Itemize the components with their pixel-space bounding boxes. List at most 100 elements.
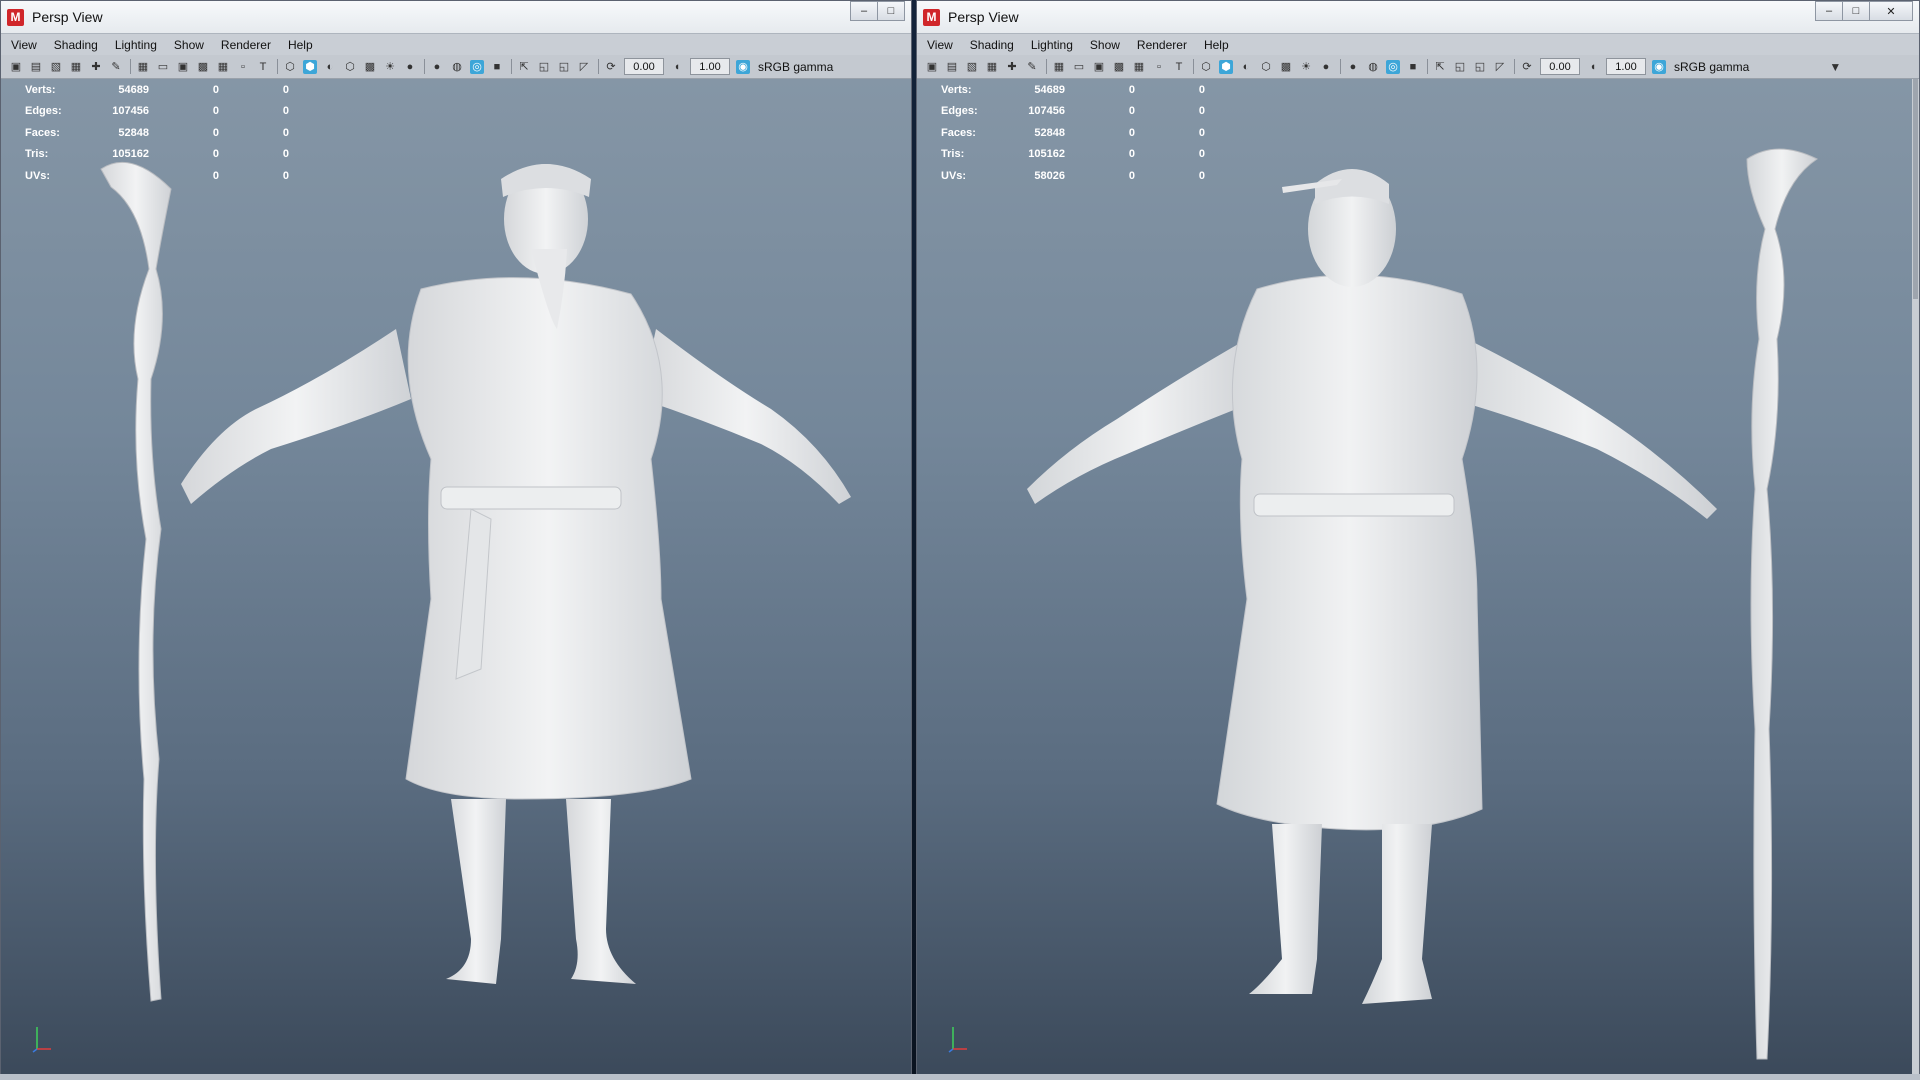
safe-title-icon[interactable]: T: [256, 60, 270, 74]
gate-mask-icon[interactable]: ▩: [1112, 60, 1126, 74]
field-chart-icon[interactable]: ▦: [216, 60, 230, 74]
move-tool-icon[interactable]: ✚: [1005, 60, 1019, 74]
xray-icon[interactable]: ◱: [537, 60, 551, 74]
menu-lighting[interactable]: Lighting: [1031, 38, 1073, 52]
smooth-shade-icon[interactable]: ⬢: [303, 59, 317, 74]
exposure-field[interactable]: 0.00: [624, 58, 664, 75]
isolate-select-icon[interactable]: ⇱: [517, 60, 531, 74]
safe-action-icon[interactable]: ▫: [236, 60, 250, 74]
image-plane-icon[interactable]: ▦: [69, 60, 83, 74]
xray-joints-icon[interactable]: ◱: [557, 60, 571, 74]
menu-shading[interactable]: Shading: [970, 38, 1014, 52]
wireframe-on-shaded-icon[interactable]: ⬡: [343, 60, 357, 74]
right-titlebar[interactable]: M Persp View – □ ✕: [917, 1, 1919, 34]
colorspace-label[interactable]: sRGB gamma: [758, 60, 833, 74]
wireframe-on-shaded-icon[interactable]: ⬡: [1259, 60, 1273, 74]
lights-icon[interactable]: ☀: [383, 60, 397, 74]
shadows-icon[interactable]: ●: [1319, 60, 1333, 74]
gamma-icon[interactable]: ◖: [1586, 60, 1600, 74]
gamma-field[interactable]: 1.00: [690, 58, 730, 75]
isolate-select-icon[interactable]: ⇱: [1433, 60, 1447, 74]
backface-icon[interactable]: ◸: [577, 60, 591, 74]
smooth-shade-icon[interactable]: ⬢: [1219, 59, 1233, 74]
menu-show[interactable]: Show: [174, 38, 204, 52]
color-management-icon[interactable]: ◉: [736, 59, 750, 74]
menu-shading[interactable]: Shading: [54, 38, 98, 52]
close-button[interactable]: ✕: [1869, 1, 1913, 21]
xray-icon[interactable]: ◱: [1453, 60, 1467, 74]
textured-icon[interactable]: ▩: [1279, 60, 1293, 74]
depth-of-field-icon[interactable]: ■: [490, 60, 504, 74]
textured-icon[interactable]: ▩: [363, 60, 377, 74]
menu-help[interactable]: Help: [1204, 38, 1229, 52]
wireframe-icon[interactable]: ⬡: [1199, 60, 1213, 74]
default-material-icon[interactable]: ◐: [1239, 60, 1253, 74]
toolbar-separator: [1514, 59, 1515, 74]
wireframe-icon[interactable]: ⬡: [283, 60, 297, 74]
anti-alias-icon[interactable]: ◎: [1386, 59, 1400, 74]
camera-icon[interactable]: ▣: [9, 60, 23, 74]
menu-view[interactable]: View: [927, 38, 953, 52]
bookmark-icon[interactable]: ▧: [49, 60, 63, 74]
film-gate-icon[interactable]: ▭: [156, 60, 170, 74]
left-viewport-window[interactable]: M Persp View – □ View Shading Lighting S…: [0, 0, 912, 1080]
resolution-gate-icon[interactable]: ▣: [1092, 60, 1106, 74]
gamma-icon[interactable]: ◖: [670, 60, 684, 74]
character-model-front[interactable]: [1, 79, 906, 1080]
ambient-occlusion-icon[interactable]: ●: [430, 60, 444, 74]
minimize-button[interactable]: –: [1815, 1, 1843, 21]
xray-joints-icon[interactable]: ◱: [1473, 60, 1487, 74]
toolbar-separator: [511, 59, 512, 74]
ambient-occlusion-icon[interactable]: ●: [1346, 60, 1360, 74]
left-titlebar[interactable]: M Persp View – □: [1, 1, 911, 34]
menu-show[interactable]: Show: [1090, 38, 1120, 52]
maximize-button[interactable]: □: [1842, 1, 1870, 21]
film-gate-icon[interactable]: ▭: [1072, 60, 1086, 74]
scrollbar-thumb[interactable]: [1913, 79, 1918, 299]
image-plane-icon[interactable]: ▦: [985, 60, 999, 74]
menu-view[interactable]: View: [11, 38, 37, 52]
motion-blur-icon[interactable]: ◍: [450, 60, 464, 74]
safe-title-icon[interactable]: T: [1172, 60, 1186, 74]
camera-icon[interactable]: ▣: [925, 60, 939, 74]
character-model-back[interactable]: [917, 79, 1914, 1080]
shadows-icon[interactable]: ●: [403, 60, 417, 74]
camera-attr-icon[interactable]: ▤: [945, 60, 959, 74]
grid-icon[interactable]: ▦: [1052, 60, 1066, 74]
exposure-icon[interactable]: ⟳: [1520, 60, 1534, 74]
pencil-icon[interactable]: ✎: [109, 60, 123, 74]
right-viewport-window[interactable]: M Persp View – □ ✕ View Shading Lighting…: [916, 0, 1920, 1080]
chevron-down-icon[interactable]: ▼: [1829, 60, 1841, 74]
menu-lighting[interactable]: Lighting: [115, 38, 157, 52]
left-window-controls: – □: [850, 1, 905, 21]
pencil-icon[interactable]: ✎: [1025, 60, 1039, 74]
gate-mask-icon[interactable]: ▩: [196, 60, 210, 74]
backface-icon[interactable]: ◸: [1493, 60, 1507, 74]
anti-alias-icon[interactable]: ◎: [470, 59, 484, 74]
grid-icon[interactable]: ▦: [136, 60, 150, 74]
move-tool-icon[interactable]: ✚: [89, 60, 103, 74]
menu-renderer[interactable]: Renderer: [1137, 38, 1187, 52]
vertical-scrollbar[interactable]: [1912, 79, 1919, 1079]
color-management-icon[interactable]: ◉: [1652, 59, 1666, 74]
exposure-field[interactable]: 0.00: [1540, 58, 1580, 75]
right-viewport[interactable]: Verts: 54689 0 0 Edges: 107456 0 0 Faces: 52848…: [917, 79, 1919, 1079]
camera-attr-icon[interactable]: ▤: [29, 60, 43, 74]
menu-help[interactable]: Help: [288, 38, 313, 52]
minimize-button[interactable]: –: [850, 1, 878, 21]
safe-action-icon[interactable]: ▫: [1152, 60, 1166, 74]
gamma-field[interactable]: 1.00: [1606, 58, 1646, 75]
lights-icon[interactable]: ☀: [1299, 60, 1313, 74]
bookmark-icon[interactable]: ▧: [965, 60, 979, 74]
exposure-icon[interactable]: ⟳: [604, 60, 618, 74]
motion-blur-icon[interactable]: ◍: [1366, 60, 1380, 74]
default-material-icon[interactable]: ◐: [323, 60, 337, 74]
toolbar-separator: [1340, 59, 1341, 74]
depth-of-field-icon[interactable]: ■: [1406, 60, 1420, 74]
colorspace-label[interactable]: sRGB gamma: [1674, 60, 1749, 74]
left-viewport[interactable]: Verts: 54689 0 0 Edges: 107456 0 0 Faces: 52848…: [1, 79, 911, 1079]
field-chart-icon[interactable]: ▦: [1132, 60, 1146, 74]
maximize-button[interactable]: □: [877, 1, 905, 21]
resolution-gate-icon[interactable]: ▣: [176, 60, 190, 74]
menu-renderer[interactable]: Renderer: [221, 38, 271, 52]
